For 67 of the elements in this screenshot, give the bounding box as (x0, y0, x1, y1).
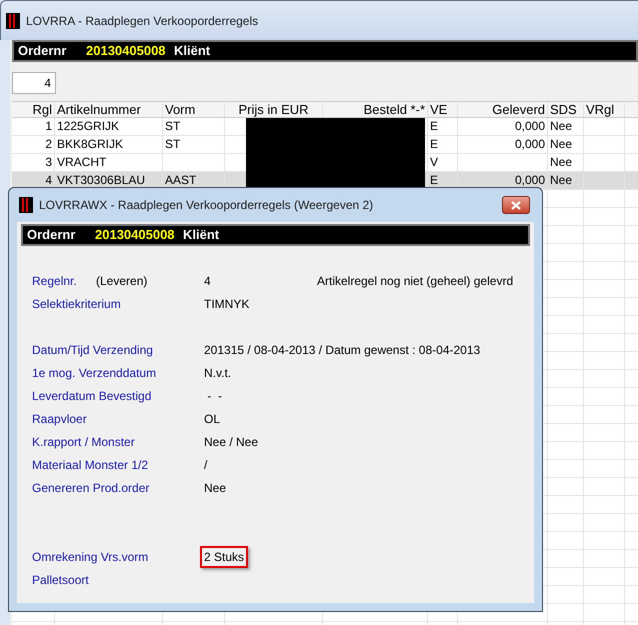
order-label: Ordernr (26, 226, 76, 244)
table-cell: BKK8GRIJK (57, 137, 124, 151)
table-cell: AAST (165, 173, 196, 187)
table-cell: E (430, 173, 438, 187)
table-cell: VKT30306BLAU (57, 173, 146, 187)
field-value: - - (206, 388, 222, 404)
column-header[interactable]: Prijs in EUR (225, 102, 323, 117)
table-cell: E (430, 137, 438, 151)
record-number-field[interactable]: 4 (12, 72, 56, 94)
column-header[interactable]: SDS (548, 102, 584, 117)
field-label: Materiaal Monster 1/2 (32, 456, 148, 474)
column-header[interactable]: Rgl (12, 102, 55, 117)
field-label: 1e mog. Verzenddatum (32, 364, 156, 382)
field-value: OL (204, 410, 220, 428)
table-cell: 2 (45, 137, 52, 151)
order-number: 20130405008 (95, 226, 176, 244)
column-header[interactable]: Artikelnummer (55, 102, 163, 117)
order-label: Ordernr (17, 42, 68, 60)
column-header[interactable]: Besteld *-* (323, 102, 428, 117)
table-cell: Nee (550, 137, 572, 151)
field-label: Genereren Prod.order (32, 480, 150, 496)
field-value: N.v.t. (204, 364, 232, 382)
field-value: 201315 / 08-04-2013 / Datum gewenst : 08-04-2013 (204, 342, 480, 358)
dialog-title: LOVRRAWX - Raadplegen Verkooporderregels (Weergeven 2) (39, 197, 374, 214)
table-cell: 0,000 (514, 119, 545, 133)
column-header[interactable]: VE (428, 102, 458, 117)
field-label: K.rapport / Monster (32, 434, 135, 450)
field-value: 4 (204, 272, 211, 290)
field-label: Omrekening Vrs.vorm (32, 548, 148, 566)
window-title: LOVRRA - Raadplegen Verkooporderregels (26, 12, 258, 30)
table-cell: 4 (45, 173, 52, 187)
field-label: Palletsoort (32, 572, 90, 588)
field-value: Nee / Nee (204, 434, 258, 450)
table-cell: Nee (550, 173, 572, 187)
table-cell: V (430, 155, 438, 169)
table-cell: VRACHT (57, 155, 106, 169)
table-cell: ST (165, 137, 180, 151)
column-header[interactable]: Vorm (163, 102, 225, 117)
close-icon (511, 200, 521, 210)
table-cell: 0,000 (514, 137, 545, 151)
table-cell: 3 (45, 155, 52, 169)
table-cell: 0,000 (514, 173, 545, 187)
table-cell: Nee (550, 119, 572, 133)
field-value: TIMNYK (204, 296, 250, 312)
field-note: Artikelregel nog niet (geheel) gelevrd (317, 272, 514, 290)
column-header[interactable]: VRgl (584, 102, 625, 117)
client-label: Kliënt (183, 226, 220, 244)
app-icon (19, 197, 33, 213)
close-button[interactable] (502, 196, 530, 214)
field-value: / (204, 456, 208, 474)
field-label: Leverdatum Bevestigd (32, 388, 152, 404)
field-label: Datum/Tijd Verzending (32, 342, 153, 358)
app-icon (6, 12, 20, 28)
field-label: Regelnr. (32, 272, 78, 290)
order-number: 20130405008 (86, 42, 167, 60)
field-value: 2 Stuks (200, 546, 248, 568)
table-cell: 1 (45, 119, 52, 133)
table-cell: 1225GRIJK (57, 119, 120, 133)
column-header[interactable]: Geleverd (458, 102, 548, 117)
field-value: Nee (204, 480, 226, 496)
table-cell: Nee (550, 155, 572, 169)
client-label: Kliënt (174, 42, 210, 60)
table-cell: E (430, 119, 438, 133)
field-label: Selektiekriterium (32, 296, 121, 312)
field-sublabel: (Leveren) (96, 272, 148, 290)
field-label: Raapvloer (32, 410, 88, 428)
table-cell: ST (165, 119, 180, 133)
